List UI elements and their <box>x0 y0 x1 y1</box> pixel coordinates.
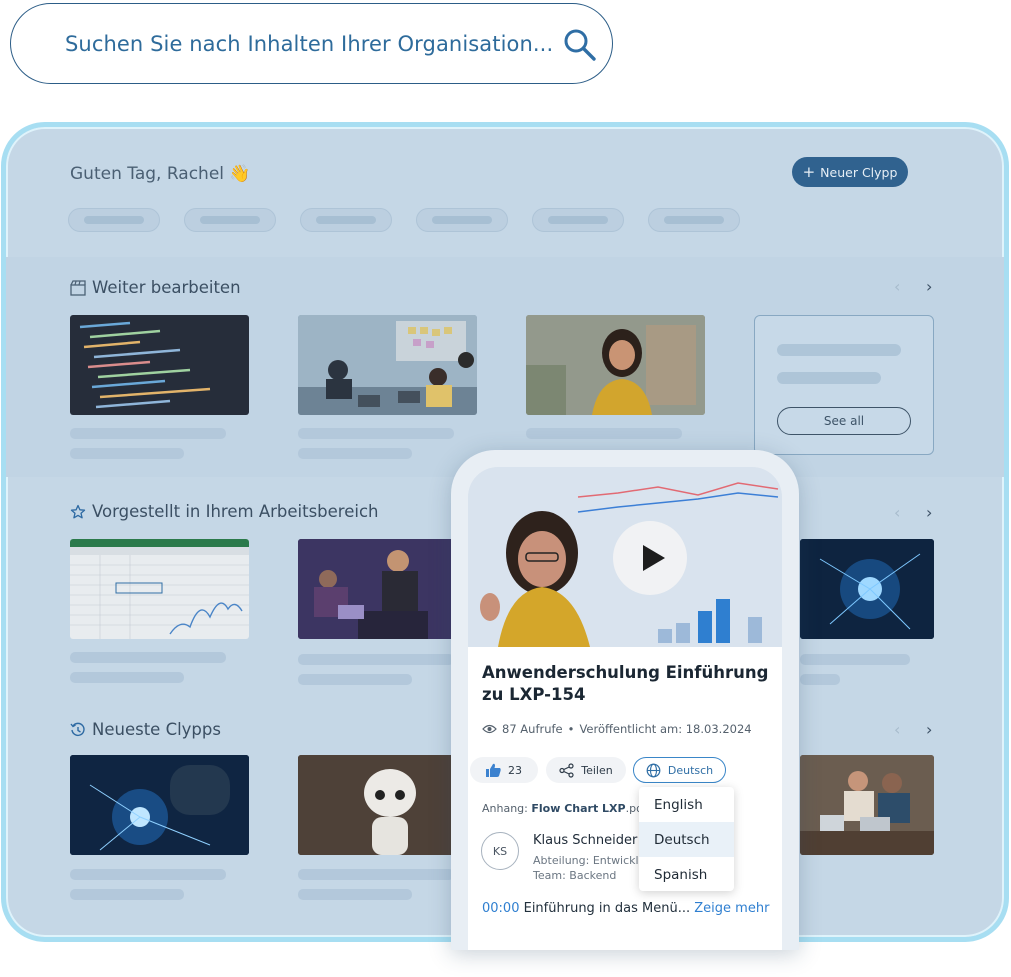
like-button[interactable]: 23 <box>470 757 538 783</box>
filter-chip[interactable] <box>68 208 160 232</box>
language-option-english[interactable]: English <box>639 787 734 822</box>
prev-arrow[interactable]: ‹ <box>894 720 900 739</box>
play-button[interactable] <box>613 521 687 595</box>
language-menu: English Deutsch Spanish <box>639 787 734 891</box>
thumbs-up-icon <box>486 763 501 777</box>
next-arrow[interactable]: › <box>926 277 932 296</box>
prev-arrow[interactable]: ‹ <box>894 277 900 296</box>
search-placeholder: Suchen Sie nach Inhalten Ihrer Organisat… <box>65 31 554 56</box>
see-all-card: See all <box>754 315 934 455</box>
filter-chip[interactable] <box>532 208 624 232</box>
share-button[interactable]: Teilen <box>546 757 626 783</box>
chapter-timestamp[interactable]: 00:00 <box>482 901 519 916</box>
video-title: Anwenderschulung Einführung zu LXP-154 <box>482 663 769 704</box>
section-title-continue: Weiter bearbeiten <box>70 278 241 297</box>
next-arrow[interactable]: › <box>926 503 932 522</box>
language-select[interactable]: Deutsch <box>633 757 726 783</box>
video-meta: 87 Aufrufe • Veröffentlicht am: 18.03.20… <box>482 722 752 736</box>
search-icon[interactable] <box>563 28 597 62</box>
language-option-spanish[interactable]: Spanish <box>639 857 734 892</box>
thumbnail-meeting[interactable] <box>298 315 477 415</box>
thumbnail-students[interactable] <box>800 755 934 855</box>
avatar: KS <box>481 832 519 870</box>
thumbnail-welding[interactable] <box>70 755 249 855</box>
thumbnail-code[interactable] <box>70 315 249 415</box>
section-title-featured: Vorgestellt in Ihrem Arbeitsbereich <box>70 502 378 521</box>
filter-chip[interactable] <box>416 208 508 232</box>
author-department: Abteilung: Entwickl <box>533 854 639 867</box>
thumbnail-spreadsheet[interactable] <box>70 539 249 639</box>
search-input[interactable]: Suchen Sie nach Inhalten Ihrer Organisat… <box>10 3 613 84</box>
star-icon <box>70 504 86 518</box>
filter-chip[interactable] <box>184 208 276 232</box>
next-arrow[interactable]: › <box>926 720 932 739</box>
filter-chip[interactable] <box>648 208 740 232</box>
new-clypp-button[interactable]: + Neuer Clypp <box>792 157 908 187</box>
play-icon <box>643 545 665 571</box>
attachment-link[interactable]: Flow Chart LXP <box>531 802 625 815</box>
attachment: Anhang: Flow Chart LXP.pdf <box>482 802 647 815</box>
author-team: Team: Backend <box>533 869 617 882</box>
thumbnail-woman-presenter[interactable] <box>526 315 705 415</box>
history-icon <box>70 722 85 736</box>
show-more-link[interactable]: Zeige mehr <box>694 901 769 916</box>
greeting: Guten Tag, Rachel 👋 <box>70 164 251 184</box>
author-name: Klaus Schneider <box>533 833 638 848</box>
plus-icon: + <box>802 163 816 181</box>
language-option-deutsch[interactable]: Deutsch <box>639 822 734 857</box>
thumbnail-welding[interactable] <box>800 539 934 639</box>
share-icon <box>559 762 574 778</box>
chapter-line: 00:00 Einführung in das Menü... Zeige me… <box>482 901 770 916</box>
video-preview-card: Anwenderschulung Einführung zu LXP-154 8… <box>451 450 799 950</box>
see-all-button[interactable]: See all <box>777 407 911 435</box>
globe-icon <box>646 763 661 777</box>
clapperboard-icon <box>70 279 86 296</box>
eye-icon <box>482 724 497 734</box>
video-player[interactable] <box>468 467 782 647</box>
section-title-recent: Neueste Clypps <box>70 720 221 739</box>
prev-arrow[interactable]: ‹ <box>894 503 900 522</box>
filter-chip[interactable] <box>300 208 392 232</box>
